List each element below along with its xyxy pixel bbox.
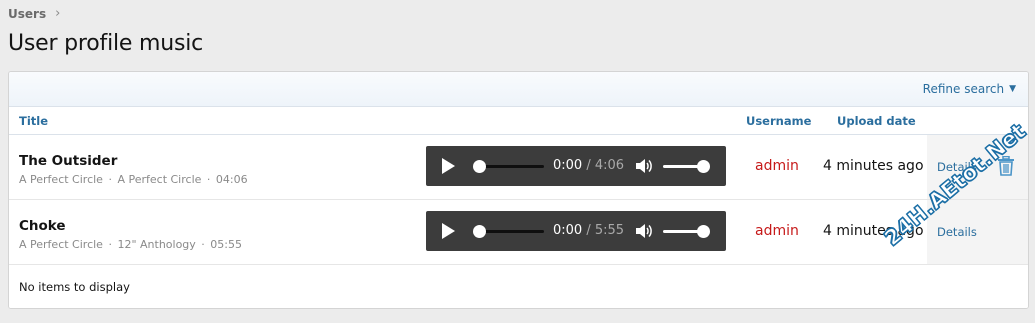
- player-time: 0:00 / 5:55: [553, 223, 624, 238]
- current-time: 0:00: [553, 158, 583, 173]
- track-title[interactable]: Choke: [19, 218, 66, 234]
- volume-handle[interactable]: [697, 225, 710, 238]
- duration: / 5:55: [586, 223, 625, 238]
- chevron-right-icon: ›: [55, 6, 61, 21]
- player-time: 0:00 / 4:06: [553, 158, 624, 173]
- upload-date: 4 minutes ago: [823, 158, 924, 174]
- audio-player: 0:00 / 4:06: [426, 146, 726, 186]
- table-header: Title Username Upload date: [9, 107, 1028, 135]
- track-title[interactable]: The Outsider: [19, 153, 117, 169]
- username-link[interactable]: admin: [755, 158, 799, 174]
- seek-handle[interactable]: [473, 225, 486, 238]
- track-meta: A Perfect Circle · 12" Anthology · 05:55: [19, 238, 242, 251]
- column-header-username[interactable]: Username: [746, 114, 811, 128]
- audio-player: 0:00 / 5:55: [426, 211, 726, 251]
- play-icon[interactable]: [442, 223, 455, 239]
- volume-handle[interactable]: [697, 160, 710, 173]
- track-length: 04:06: [215, 173, 248, 186]
- track-length: 05:55: [210, 238, 242, 251]
- breadcrumb: Users ›: [8, 6, 60, 21]
- track-album: 12" Anthology: [117, 238, 196, 251]
- column-header-upload-date[interactable]: Upload date: [837, 114, 916, 128]
- caret-down-icon: ▼: [1009, 84, 1016, 94]
- filter-bar: Refine search ▼: [9, 72, 1028, 107]
- list-footer: No items to display: [9, 266, 1028, 308]
- column-header-title[interactable]: Title: [19, 114, 48, 128]
- play-icon[interactable]: [442, 158, 455, 174]
- username-link[interactable]: admin: [755, 223, 799, 239]
- refine-search-label: Refine search: [922, 82, 1005, 96]
- music-list-panel: Refine search ▼ Title Username Upload da…: [8, 71, 1029, 309]
- track-artist: A Perfect Circle: [19, 173, 103, 186]
- seek-track[interactable]: [478, 230, 544, 233]
- track-meta: A Perfect Circle · A Perfect Circle · 04…: [19, 173, 248, 186]
- page-title: User profile music: [8, 31, 204, 56]
- empty-message: No items to display: [19, 280, 130, 294]
- seek-handle[interactable]: [473, 160, 486, 173]
- table-row: Choke A Perfect Circle · 12" Anthology ·…: [9, 200, 1028, 265]
- details-link[interactable]: Details: [937, 225, 977, 239]
- volume-icon[interactable]: [635, 223, 653, 239]
- track-artist: A Perfect Circle: [19, 238, 103, 251]
- current-time: 0:00: [553, 223, 583, 238]
- refine-search-button[interactable]: Refine search ▼: [923, 82, 1016, 96]
- duration: / 4:06: [586, 158, 625, 173]
- breadcrumb-item-users[interactable]: Users: [8, 7, 46, 21]
- volume-icon[interactable]: [635, 158, 653, 174]
- seek-track[interactable]: [478, 165, 544, 168]
- table-row: The Outsider A Perfect Circle · A Perfec…: [9, 135, 1028, 200]
- track-album: A Perfect Circle: [117, 173, 202, 186]
